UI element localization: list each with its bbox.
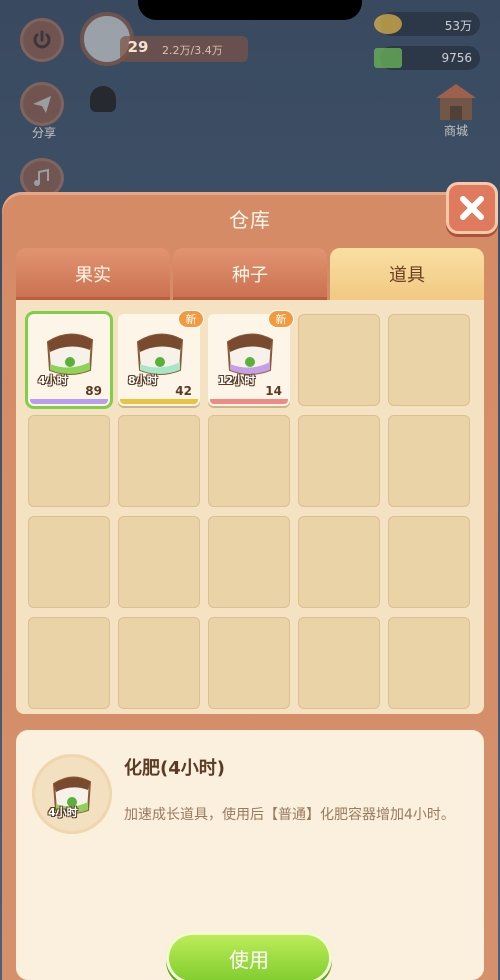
detail-icon-hours: 4小时 xyxy=(48,806,78,819)
share-label: 分享 xyxy=(31,126,56,140)
inventory-slot-empty[interactable] xyxy=(208,415,290,507)
item-rarity-bar xyxy=(30,399,108,404)
detail-description: 加速成长道具，使用后【普通】化肥容器增加4小时。 xyxy=(124,807,455,823)
shop-icon[interactable] xyxy=(430,78,482,126)
inventory-slot-empty[interactable] xyxy=(118,516,200,608)
item-hours: 8小时 xyxy=(128,374,158,387)
category-tabs: 果实 种子 道具 xyxy=(16,248,484,300)
use-button[interactable]: 使用 xyxy=(166,932,332,980)
inventory-slot-empty[interactable] xyxy=(298,516,380,608)
inventory-slot-empty[interactable] xyxy=(298,314,380,406)
device-notch xyxy=(138,0,362,20)
character-icon[interactable] xyxy=(90,86,116,112)
inventory-slot-empty[interactable] xyxy=(388,314,470,406)
inventory-slot-empty[interactable] xyxy=(388,415,470,507)
item-count: 14 xyxy=(265,384,282,398)
share-button[interactable] xyxy=(20,82,64,126)
detail-item-icon xyxy=(32,754,112,834)
inventory-grid: 4小时 89 8小时 42 新 12小时 14 新 xyxy=(16,300,484,714)
inventory-slot-empty[interactable] xyxy=(298,415,380,507)
inventory-slot-empty[interactable] xyxy=(388,516,470,608)
inventory-slot-empty[interactable] xyxy=(298,617,380,709)
new-badge: 新 xyxy=(268,310,294,328)
fertilizer-bag-icon xyxy=(136,333,184,375)
item-hours: 4小时 xyxy=(38,374,68,387)
item-rarity-bar xyxy=(120,399,198,404)
inventory-slot-item[interactable]: 12小时 14 新 xyxy=(208,310,294,406)
item-count: 42 xyxy=(175,384,192,398)
panel-title: 仓库 xyxy=(229,208,271,232)
cash-icon xyxy=(374,48,402,68)
item-hours: 12小时 xyxy=(218,374,256,387)
item-count: 89 xyxy=(85,384,102,398)
inventory-slot-empty[interactable] xyxy=(388,617,470,709)
experience-text: 2.2万/3.4万 xyxy=(162,44,223,57)
player-level: 29 xyxy=(127,38,149,56)
fertilizer-bag-icon xyxy=(46,333,94,375)
fertilizer-bag-icon xyxy=(226,333,274,375)
coin-icon xyxy=(374,14,402,34)
close-button[interactable] xyxy=(446,182,498,234)
tab-seeds[interactable]: 种子 xyxy=(173,248,327,300)
coin-value: 53万 xyxy=(444,19,472,33)
tab-items[interactable]: 道具 xyxy=(330,248,484,300)
new-badge: 新 xyxy=(178,310,204,328)
close-icon xyxy=(460,196,484,220)
inventory-slot-empty[interactable] xyxy=(28,415,110,507)
paper-plane-icon xyxy=(33,96,51,113)
inventory-slot-empty[interactable] xyxy=(118,415,200,507)
item-rarity-bar xyxy=(210,399,288,404)
inventory-slot-empty[interactable] xyxy=(28,617,110,709)
detail-title: 化肥(4小时) xyxy=(124,758,225,779)
inventory-slot-empty[interactable] xyxy=(28,516,110,608)
tab-fruit[interactable]: 果实 xyxy=(16,248,170,300)
inventory-slot-item[interactable]: 8小时 42 新 xyxy=(118,310,204,406)
inventory-slot-empty[interactable] xyxy=(208,516,290,608)
cash-value: 9756 xyxy=(441,51,472,65)
shop-label: 商城 xyxy=(443,124,468,138)
power-icon xyxy=(33,30,51,49)
power-button[interactable] xyxy=(20,18,64,62)
inventory-slot-empty[interactable] xyxy=(208,617,290,709)
inventory-slot-empty[interactable] xyxy=(118,617,200,709)
inventory-slot-item[interactable]: 4小时 89 xyxy=(28,314,110,406)
fertilizer-bag-icon xyxy=(52,776,92,814)
music-icon xyxy=(34,168,49,186)
